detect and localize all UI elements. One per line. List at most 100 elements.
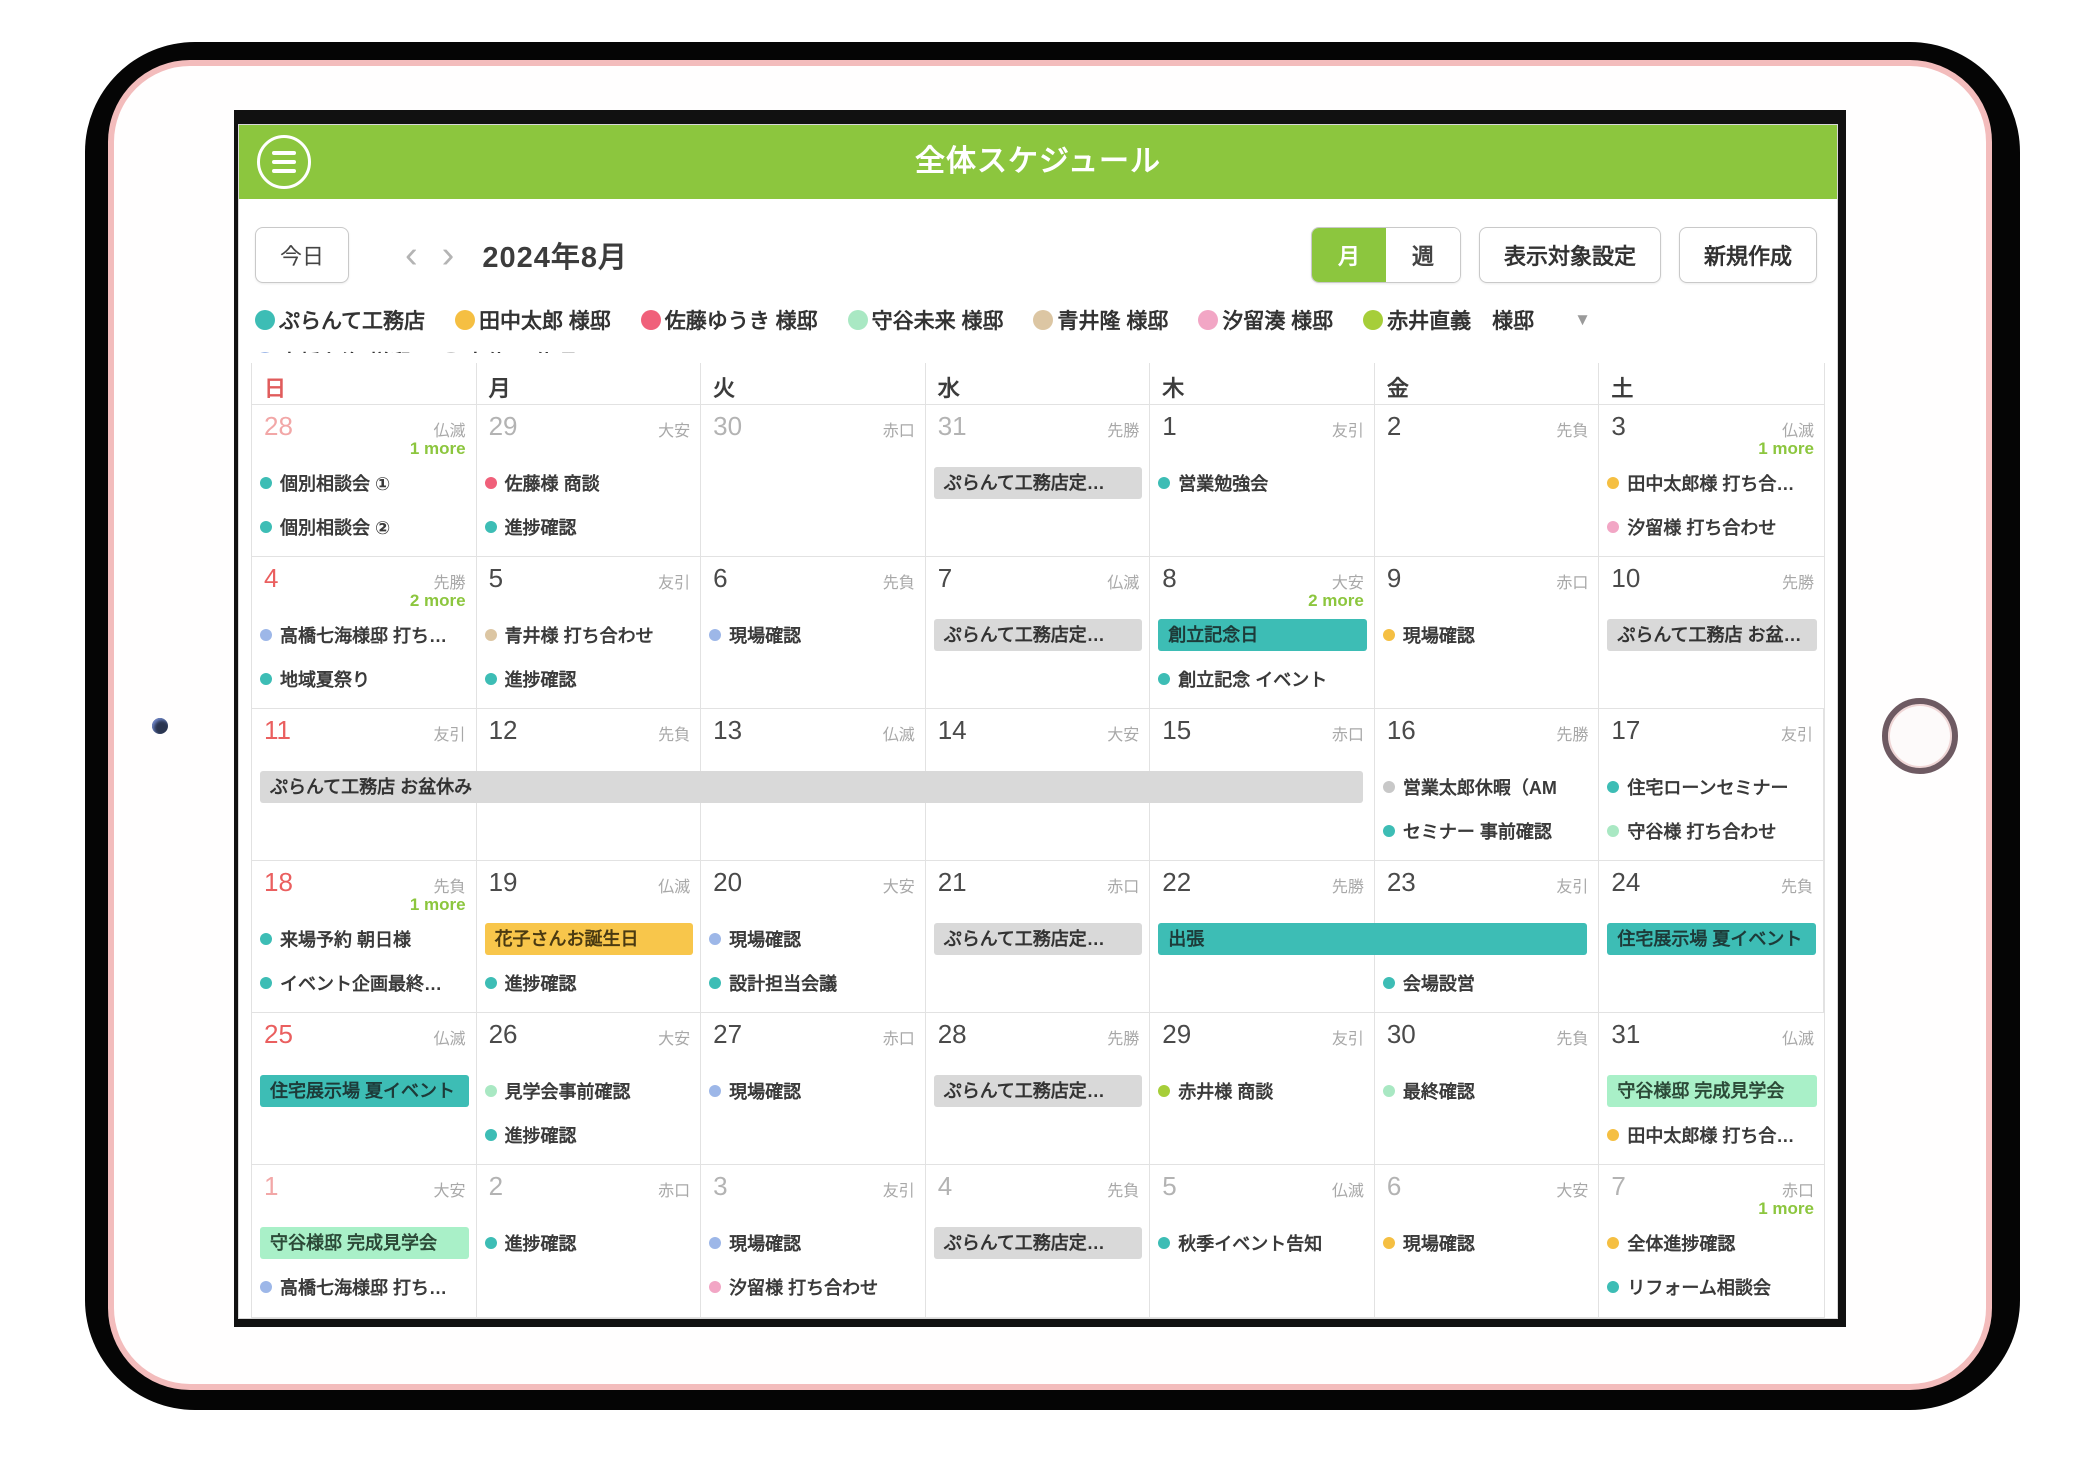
calendar-day-cell[interactable]: 3仏滅1 more田中太郎様 打ち合…汐留様 打ち合わせ [1599,405,1824,556]
home-button[interactable] [1882,698,1958,774]
calendar-event-bar[interactable]: ぷらんて工務店 お盆… [1607,619,1817,651]
calendar-event[interactable]: 個別相談会 ② [260,511,469,543]
calendar-day-cell[interactable]: 19仏滅花子さんお誕生日進捗確認 [477,861,702,1012]
legend-collapse-icon[interactable]: ▼ [1574,310,1591,330]
more-events-link[interactable]: 1 more [1758,1199,1814,1219]
calendar-event-bar[interactable]: 住宅展示場 夏イベント [260,1075,469,1107]
calendar-event[interactable]: 進捗確認 [485,663,694,695]
calendar-day-cell[interactable]: 7仏滅ぷらんて工務店定… [926,557,1151,708]
calendar-day-cell[interactable]: 6先負現場確認 [701,557,926,708]
calendar-event[interactable]: 全体進捗確認 [1607,1227,1817,1259]
calendar-day-cell[interactable]: 20大安現場確認設計担当会議 [701,861,926,1012]
calendar-day-cell[interactable]: 10先勝ぷらんて工務店 お盆… [1599,557,1824,708]
calendar-event[interactable]: 汐留様 打ち合わせ [1607,511,1817,543]
calendar-event[interactable]: 進捗確認 [485,511,694,543]
calendar-day-cell[interactable]: 29大安佐藤様 商談進捗確認 [477,405,702,556]
calendar-event-bar[interactable]: ぷらんて工務店定… [934,1075,1143,1107]
display-settings-button[interactable]: 表示対象設定 [1479,227,1661,283]
prev-month-icon[interactable]: ‹ [393,236,430,274]
calendar-day-cell[interactable]: 5友引青井様 打ち合わせ進捗確認 [477,557,702,708]
calendar-multiday-event-bar[interactable]: 出張 [1158,923,1587,955]
calendar-event-bar[interactable]: ぷらんて工務店定… [934,1227,1143,1259]
calendar-event[interactable]: 汐留様 打ち合わせ [709,1271,918,1303]
calendar-day-cell[interactable]: 24先負住宅展示場 夏イベント [1599,861,1824,1012]
calendar-event[interactable]: 守谷様 打ち合わせ [1607,815,1816,847]
calendar-event[interactable]: リフォーム相談会 [1607,1271,1817,1303]
view-month-button[interactable]: 月 [1312,228,1386,282]
calendar-event[interactable]: 現場確認 [1383,619,1592,651]
calendar-event[interactable]: 現場確認 [709,1227,918,1259]
more-events-link[interactable]: 2 more [1308,591,1364,611]
calendar-day-cell[interactable]: 18先負1 more来場予約 朝日様イベント企画最終… [252,861,477,1012]
more-events-link[interactable]: 1 more [410,439,466,459]
calendar-event[interactable]: 個別相談会 ① [260,467,469,499]
calendar-event[interactable]: 現場確認 [709,923,918,955]
calendar-event[interactable]: 佐藤様 商談 [485,467,694,499]
calendar-day-cell[interactable]: 16先勝営業太郎休暇（AMセミナー 事前確認 [1375,709,1600,860]
calendar-event[interactable]: 進捗確認 [485,967,694,999]
calendar-event[interactable]: 進捗確認 [485,1119,694,1151]
calendar-event[interactable]: 現場確認 [709,1075,918,1107]
calendar-event[interactable]: 高橋七海様邸 打ち… [260,619,469,651]
calendar-event[interactable]: 最終確認 [1383,1075,1592,1107]
calendar-day-cell[interactable]: 30赤口 [701,405,926,556]
calendar-day-cell[interactable]: 31先勝ぷらんて工務店定… [926,405,1151,556]
calendar-day-cell[interactable]: 29友引赤井様 商談 [1150,1013,1375,1164]
calendar-day-cell[interactable]: 28先勝ぷらんて工務店定… [926,1013,1151,1164]
calendar-event[interactable]: 設計担当会議 [709,967,918,999]
calendar-event[interactable]: 現場確認 [1383,1227,1592,1259]
calendar-event[interactable]: 田中太郎様 打ち合… [1607,1119,1817,1151]
calendar-event-bar[interactable]: 住宅展示場 夏イベント [1607,923,1816,955]
today-button[interactable]: 今日 [255,227,349,283]
calendar-day-cell[interactable]: 3友引現場確認汐留様 打ち合わせ [701,1165,926,1317]
calendar-event-bar[interactable]: 創立記念日 [1158,619,1367,651]
calendar-event-bar[interactable]: 花子さんお誕生日 [485,923,694,955]
calendar-multiday-event-bar[interactable]: ぷらんて工務店 お盆休み [260,771,1363,803]
calendar-event[interactable]: 営業太郎休暇（AM [1383,771,1592,803]
view-week-button[interactable]: 週 [1386,228,1460,282]
calendar-event[interactable]: 営業勉強会 [1158,467,1367,499]
calendar-event[interactable]: 住宅ローンセミナー [1607,771,1816,803]
calendar-day-cell[interactable]: 21赤口ぷらんて工務店定… [926,861,1151,1012]
calendar-day-cell[interactable]: 4先負ぷらんて工務店定… [926,1165,1151,1317]
calendar-event[interactable]: 進捗確認 [485,1227,694,1259]
calendar-event-bar[interactable]: 守谷様邸 完成見学会 [260,1227,469,1259]
calendar-day-cell[interactable]: 2赤口進捗確認 [477,1165,702,1317]
calendar-day-cell[interactable]: 17友引住宅ローンセミナー守谷様 打ち合わせ [1599,709,1824,860]
calendar-day-cell[interactable]: 9赤口現場確認 [1375,557,1600,708]
calendar-event-bar[interactable]: ぷらんて工務店定… [934,923,1143,955]
calendar-event[interactable]: 見学会事前確認 [485,1075,694,1107]
calendar-event[interactable]: 青井様 打ち合わせ [485,619,694,651]
calendar-event[interactable]: 赤井様 商談 [1158,1075,1367,1107]
calendar-event[interactable]: 現場確認 [709,619,918,651]
more-events-link[interactable]: 1 more [1758,439,1814,459]
calendar-event-bar[interactable]: ぷらんて工務店定… [934,619,1143,651]
calendar-day-cell[interactable]: 1大安守谷様邸 完成見学会高橋七海様邸 打ち… [252,1165,477,1317]
calendar-event[interactable]: 会場設営 [1383,967,1592,999]
calendar-event-bar[interactable]: ぷらんて工務店定… [934,467,1143,499]
calendar-event[interactable]: 田中太郎様 打ち合… [1607,467,1817,499]
calendar-day-cell[interactable]: 8大安2 more創立記念日創立記念 イベント [1150,557,1375,708]
calendar-day-cell[interactable]: 26大安見学会事前確認進捗確認 [477,1013,702,1164]
next-month-icon[interactable]: › [430,236,467,274]
calendar-event[interactable]: 来場予約 朝日様 [260,923,469,955]
calendar-day-cell[interactable]: 7赤口1 more全体進捗確認リフォーム相談会 [1599,1165,1824,1317]
calendar-day-cell[interactable]: 27赤口現場確認 [701,1013,926,1164]
more-events-link[interactable]: 1 more [410,895,466,915]
calendar-event[interactable]: 創立記念 イベント [1158,663,1367,695]
calendar-day-cell[interactable]: 5仏滅秋季イベント告知 [1150,1165,1375,1317]
calendar-day-cell[interactable]: 25仏滅住宅展示場 夏イベント [252,1013,477,1164]
calendar-day-cell[interactable]: 2先負 [1375,405,1600,556]
calendar-event[interactable]: セミナー 事前確認 [1383,815,1592,847]
calendar-day-cell[interactable]: 31仏滅守谷様邸 完成見学会田中太郎様 打ち合… [1599,1013,1824,1164]
more-events-link[interactable]: 2 more [410,591,466,611]
calendar-day-cell[interactable]: 6大安現場確認 [1375,1165,1600,1317]
calendar-event-bar[interactable]: 守谷様邸 完成見学会 [1607,1075,1817,1107]
calendar-day-cell[interactable]: 4先勝2 more高橋七海様邸 打ち…地域夏祭り [252,557,477,708]
calendar-day-cell[interactable]: 30先負最終確認 [1375,1013,1600,1164]
create-new-button[interactable]: 新規作成 [1679,227,1817,283]
calendar-event[interactable]: イベント企画最終… [260,967,469,999]
calendar-day-cell[interactable]: 28仏滅1 more個別相談会 ①個別相談会 ② [252,405,477,556]
calendar-day-cell[interactable]: 1友引営業勉強会 [1150,405,1375,556]
calendar-event[interactable]: 高橋七海様邸 打ち… [260,1271,469,1303]
